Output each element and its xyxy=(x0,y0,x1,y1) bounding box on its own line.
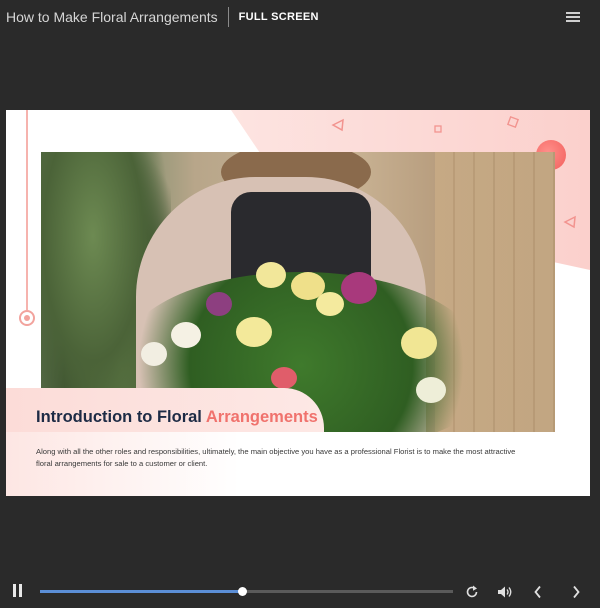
volume-icon[interactable] xyxy=(497,585,513,599)
timeline-line xyxy=(26,110,28,310)
pause-icon[interactable] xyxy=(12,584,24,597)
course-title: How to Make Floral Arrangements xyxy=(6,9,218,25)
heading-accent: Arrangements xyxy=(205,408,318,426)
seek-progress xyxy=(40,590,243,593)
seek-bar[interactable] xyxy=(40,587,453,596)
timeline-dot xyxy=(19,310,35,326)
square-icon xyxy=(434,125,442,133)
title-divider xyxy=(227,7,229,27)
top-bar: How to Make Floral Arrangements FULL SCR… xyxy=(0,0,600,34)
triangle-icon xyxy=(563,215,576,229)
slide-heading: Introduction to Floral Arrangements xyxy=(36,408,318,427)
player-controls xyxy=(0,575,600,608)
triangle-icon xyxy=(331,118,344,132)
seek-knob[interactable] xyxy=(238,587,248,596)
slide: Introduction to Floral Arrangements Alon… xyxy=(6,110,590,496)
diamond-icon xyxy=(506,115,520,129)
hamburger-icon[interactable] xyxy=(566,12,580,22)
slide-body-text: Along with all the other roles and respo… xyxy=(36,447,516,468)
chevron-left-icon[interactable] xyxy=(533,585,543,599)
chevron-right-icon[interactable] xyxy=(571,585,581,599)
heading-main: Introduction to Floral xyxy=(36,408,202,426)
full-screen-button[interactable]: FULL SCREEN xyxy=(239,11,319,23)
replay-icon[interactable] xyxy=(465,585,479,599)
